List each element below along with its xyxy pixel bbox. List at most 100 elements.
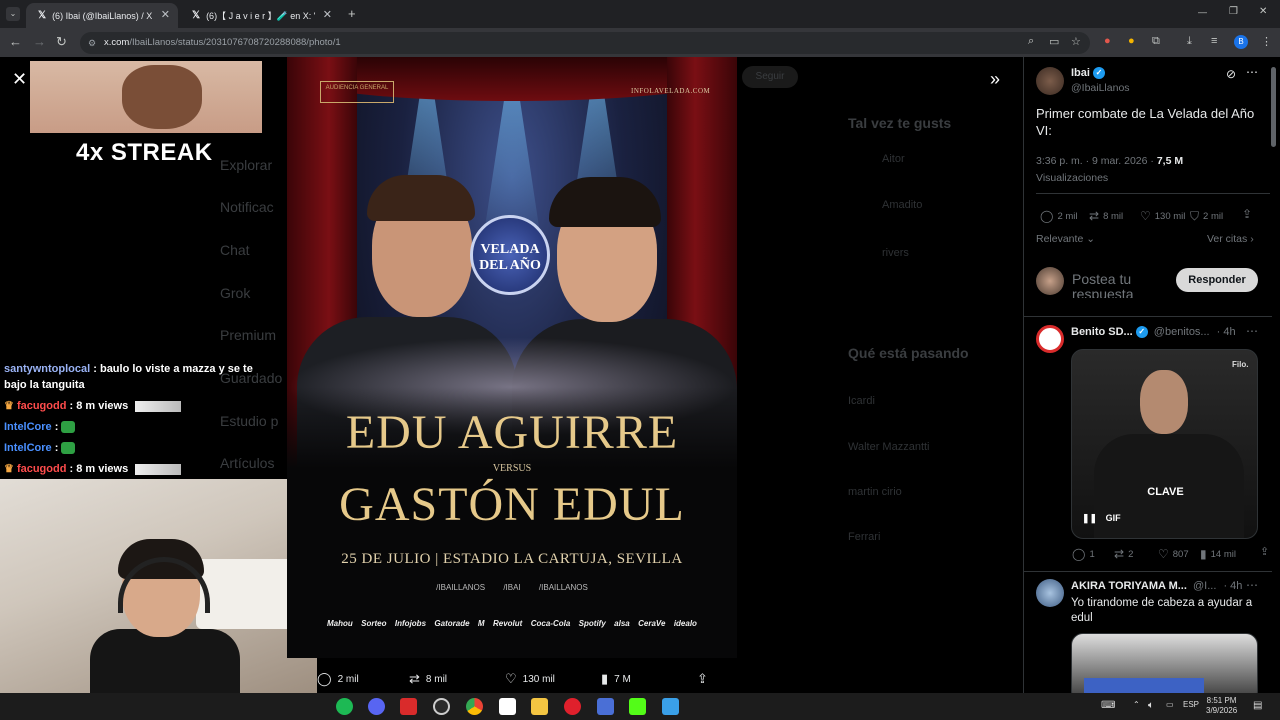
author-name-row[interactable]: Ibai ✓ <box>1071 67 1105 80</box>
tray-chevron-icon[interactable]: ⌃ <box>1133 700 1140 709</box>
keyboard-icon[interactable]: ⌨ <box>1101 700 1115 711</box>
reply-repost-button[interactable]: ⇄ 2 <box>1114 547 1133 561</box>
profile-avatar[interactable]: B <box>1234 35 1248 49</box>
volume-icon[interactable]: 🔈︎ <box>1148 700 1154 711</box>
reply-avatar[interactable] <box>1036 579 1064 607</box>
minimize-button[interactable]: — <box>1198 7 1207 17</box>
gif-person-head <box>1140 370 1188 434</box>
grok-icon[interactable]: ⊘ <box>1226 67 1236 81</box>
reply-author-row[interactable]: AKIRA TORIYAMA M... @I... · 4h <box>1071 580 1242 592</box>
chat-emote-image <box>135 400 182 412</box>
reply-gif[interactable]: CLAVE Filo. ❚❚ GIF <box>1071 349 1258 539</box>
collapse-panel-icon[interactable]: » <box>990 69 1000 90</box>
tab-close-icon[interactable]: ✕ <box>323 8 332 21</box>
reply-views-button[interactable]: ▮ 14 mil <box>1200 547 1236 561</box>
close-icon[interactable]: ✕ <box>12 69 27 90</box>
restore-button[interactable]: ❐ <box>1229 6 1238 17</box>
clock[interactable]: 8:51 PM 3/9/2026 <box>1206 696 1237 716</box>
tab-search-button[interactable]: ⌄ <box>6 7 20 21</box>
chat-user: IntelCore <box>4 421 52 433</box>
tab-javier-post[interactable]: 𝕏 (6)【 J a v i e r 】🧪 en X: ' ✕ <box>180 3 340 28</box>
reply-input[interactable]: Postea tu respuesta <box>1072 272 1170 298</box>
spotify-icon[interactable] <box>336 698 353 715</box>
youtube-handle: /IBAILLANOS <box>436 583 486 592</box>
voicemod-icon[interactable] <box>400 698 417 715</box>
reply-media[interactable] <box>1071 633 1258 693</box>
velada-logo: VELADA DEL AÑO <box>470 215 550 295</box>
reply-button[interactable]: ◯ 2 mil <box>317 671 359 687</box>
obs-icon[interactable] <box>433 698 450 715</box>
stream-chat: santywntoplocal : baulo lo viste a mazza… <box>4 361 264 482</box>
fighter1-name: EDU AGUIRRE <box>345 406 679 459</box>
tab-close-icon[interactable]: ✕ <box>161 8 170 21</box>
language-indicator[interactable]: ESP <box>1183 700 1199 709</box>
heart-icon: ♡ <box>1140 209 1151 223</box>
forward-arrow-icon[interactable]: → <box>33 34 46 49</box>
follow-button-ghost: Seguir <box>742 66 798 88</box>
notification-icon[interactable]: ▤ <box>1253 700 1262 711</box>
like-button[interactable]: ♡ 130 mil <box>505 671 555 687</box>
address-bar[interactable]: ⚙ x.com/IbaiLlanos/status/20310767087202… <box>80 32 1090 54</box>
more-options-icon[interactable]: ⋯ <box>1246 65 1258 79</box>
bookmark-star-icon[interactable]: ☆ <box>1071 35 1081 48</box>
cast-icon[interactable]: ▭ <box>1049 35 1059 48</box>
extensions-puzzle-icon[interactable]: ⧉ <box>1152 35 1160 48</box>
reply-author-row[interactable]: Benito SD... ✓ @benitos... · 4h <box>1071 326 1236 339</box>
sponsor-logo: Revolut <box>492 619 523 628</box>
tweet-like-button[interactable]: ♡ 130 mil <box>1140 209 1185 223</box>
close-window-button[interactable]: ✕ <box>1259 6 1267 17</box>
more-options-icon[interactable]: ⋯ <box>1246 578 1258 592</box>
tweet-time[interactable]: 3:36 p. m. · 9 mar. 2026 · <box>1036 155 1154 167</box>
reply-like-button[interactable]: ♡ 807 <box>1158 547 1189 561</box>
share-button[interactable]: ⇪ <box>697 671 708 687</box>
sponsor-logo: Gatorade <box>434 619 470 628</box>
discord-icon[interactable] <box>368 698 385 715</box>
bar-chart-icon: ▮ <box>601 671 609 686</box>
heart-icon: ♡ <box>1158 547 1169 561</box>
media-queue-icon[interactable]: ≡ <box>1211 35 1217 47</box>
chrome-icon[interactable] <box>466 698 483 715</box>
gif-controls[interactable]: ❚❚ GIF <box>1082 513 1121 524</box>
author-avatar[interactable] <box>1036 67 1064 95</box>
site-info-icon[interactable]: ⚙ <box>88 32 96 54</box>
streak-clip <box>30 61 262 133</box>
tweet-bookmark-button[interactable]: ⛉ 2 mil <box>1190 209 1223 224</box>
quotes-link[interactable]: Ver citas › <box>1207 233 1254 245</box>
file-explorer-icon[interactable] <box>531 698 548 715</box>
view-count: 7 M <box>614 673 631 685</box>
more-options-icon[interactable]: ⋯ <box>1246 324 1258 338</box>
reply-submit-button[interactable]: Responder <box>1176 268 1258 292</box>
trend-item: martin cirio <box>848 486 902 498</box>
tweet-repost-button[interactable]: ⇄ 8 mil <box>1089 209 1123 223</box>
tab-ibai-profile[interactable]: 𝕏 (6) Ibai (@IbaiLlanos) / X ✕ <box>26 3 178 28</box>
back-arrow-icon[interactable]: ← <box>9 34 22 49</box>
share-icon[interactable]: ⇪ <box>1260 545 1269 558</box>
extension-red-icon[interactable]: ● <box>1104 35 1111 47</box>
zoom-icon[interactable]: ⌕ <box>1028 35 1034 48</box>
chat-message: santywntoplocal : baulo lo viste a mazza… <box>4 361 264 393</box>
new-tab-button[interactable]: + <box>348 6 356 21</box>
network-icon[interactable]: ▭ <box>1166 700 1174 709</box>
reply-reply-count: 1 <box>1089 548 1095 560</box>
views-button[interactable]: ▮ 7 M <box>601 671 631 687</box>
opera-icon[interactable] <box>564 698 581 715</box>
author-handle[interactable]: @IbaiLlanos <box>1071 82 1130 94</box>
capcut-icon[interactable] <box>499 698 516 715</box>
sort-dropdown[interactable]: Relevante ⌄ <box>1036 233 1095 245</box>
app-shield-icon[interactable] <box>597 698 614 715</box>
author-name: Ibai <box>1071 67 1090 79</box>
extension-color-icon[interactable]: ● <box>1128 35 1135 47</box>
share-icon[interactable]: ⇪ <box>1242 207 1252 221</box>
download-icon[interactable]: ⤓ <box>1187 35 1192 48</box>
photos-icon[interactable] <box>662 698 679 715</box>
reload-icon[interactable]: ↻ <box>56 34 67 50</box>
browser-menu-icon[interactable]: ⋮ <box>1261 35 1272 48</box>
kick-icon[interactable] <box>629 698 646 715</box>
reply-reply-button[interactable]: ◯ 1 <box>1072 547 1095 561</box>
repost-button[interactable]: ⇄ 8 mil <box>409 671 447 687</box>
bookmark-icon: ⛉ <box>1190 209 1200 223</box>
tweet-reply-button[interactable]: ◯ 2 mil <box>1040 209 1078 223</box>
panel-scrollbar[interactable] <box>1271 67 1276 147</box>
bar-chart-icon: ▮ <box>1200 547 1207 561</box>
reply-avatar[interactable] <box>1036 325 1064 353</box>
